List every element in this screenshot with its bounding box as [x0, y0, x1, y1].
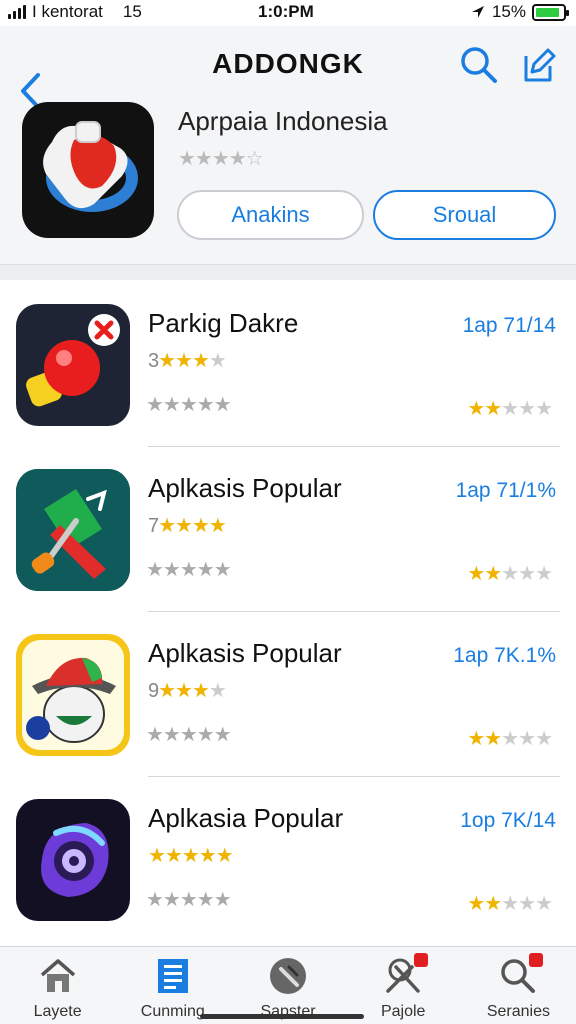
app-sub-rating: ★★★★★ [146, 394, 232, 416]
status-time: 1:0:PM [258, 2, 314, 21]
status-right: 15% [470, 2, 569, 22]
tools-icon [16, 469, 130, 591]
rating-stars: ★★★ [158, 680, 210, 702]
battery-fill [536, 7, 560, 17]
tab-label: Seranies [486, 1003, 550, 1020]
network-label: 15 [122, 2, 142, 21]
featured-app-rating: ★★★★☆ [178, 148, 264, 170]
featured-app-name: Aprpaia Indonesia [178, 106, 388, 136]
user-rating-stars: ★★ [467, 728, 502, 750]
search-icon [497, 953, 544, 997]
list-icon [152, 955, 194, 997]
battery-percent: 15% [491, 2, 526, 21]
anakins-button[interactable]: Anakins [177, 190, 364, 240]
list-item[interactable]: Aplkasia Popular ★★★★★ ★★★★★ 1op 7K/14 ★… [0, 777, 576, 942]
character-icon [22, 640, 124, 750]
tab-label: Pajole [380, 1003, 426, 1020]
user-rating-empty-stars: ★★★ [501, 563, 553, 585]
list-item[interactable]: Aplkasis Popular 7★★★★ ★★★★★ 1ap 71/1% ★… [0, 447, 576, 612]
compose-button[interactable] [518, 44, 560, 86]
home-indicator [200, 1014, 364, 1019]
app-icon [16, 799, 130, 921]
app-version: 1ap 71/14 [462, 314, 556, 337]
battery-icon [532, 3, 569, 21]
compass-icon [267, 955, 309, 997]
status-left: I kentorat 15 [8, 2, 142, 22]
rating-number: 3 [148, 350, 159, 372]
notification-badge [414, 953, 429, 967]
rating-stars: ★★★ [158, 350, 210, 372]
featured-app-icon[interactable] [22, 102, 154, 238]
app-rating: 3★★★★ [148, 348, 227, 373]
tab-cunming[interactable]: Cunming [115, 947, 230, 1024]
app-rating: ★★★★★ [148, 843, 234, 868]
app-name: Aplkasis Popular [148, 473, 342, 503]
app-user-rating: ★★★★★ [467, 396, 553, 421]
list-item[interactable]: Aplkasis Popular 9★★★★ ★★★★★ 1ap 7K.1% ★… [0, 612, 576, 777]
tab-bar: Layete Cunming Sapster Pajole Seranies [0, 946, 576, 1024]
sroual-button[interactable]: Sroual [373, 190, 556, 240]
compose-icon [524, 48, 556, 82]
tab-label: Layete [33, 1003, 82, 1020]
user-rating-stars: ★★ [467, 398, 502, 420]
tab-layete[interactable]: Layete [0, 947, 115, 1024]
app-sub-rating: ★★★★★ [146, 889, 232, 911]
rating-stars: ★★★★ [158, 515, 227, 537]
list-item[interactable]: Parkig Dakre 3★★★★ ★★★★★ 1ap 71/14 ★★★★★ [0, 282, 576, 447]
rating-empty-stars: ★ [208, 350, 227, 372]
status-bar: I kentorat 15 1:0:PM 15% [0, 0, 576, 26]
app-name: Aplkasia Popular [148, 803, 344, 833]
app-rating: 7★★★★ [148, 513, 227, 538]
house-icon [37, 955, 79, 997]
tab-sapster[interactable]: Sapster [230, 947, 345, 1024]
app-version: 1ap 7K.1% [453, 644, 556, 667]
rating-number: 9 [148, 680, 159, 702]
rating-stars: ★★★★★ [148, 845, 234, 867]
app-user-rating: ★★★★★ [467, 561, 553, 586]
signal-icon [8, 5, 26, 19]
app-user-rating: ★★★★★ [467, 891, 553, 916]
app-header: ADDONGK Aprpaia Indonesia ★★★★☆ Anakins … [0, 26, 576, 266]
tab-seranies[interactable]: Seranies [461, 947, 576, 1024]
joystick-icon [26, 314, 120, 407]
app-version: 1op 7K/14 [460, 809, 556, 832]
rating-number: 7 [148, 515, 159, 537]
app-name: Parkig Dakre [148, 308, 299, 338]
section-separator [0, 264, 576, 280]
camera-lens-icon [41, 823, 109, 897]
tab-label: Cunming [140, 1003, 205, 1020]
tab-pajole[interactable]: Pajole [346, 947, 461, 1024]
app-version: 1ap 71/1% [455, 479, 556, 502]
user-rating-stars: ★★ [467, 563, 502, 585]
app-icon [16, 304, 130, 426]
app-user-rating: ★★★★★ [467, 726, 553, 751]
pin-tools-icon [382, 953, 429, 997]
notification-badge [529, 953, 544, 967]
search-icon [461, 47, 497, 83]
user-rating-empty-stars: ★★★ [501, 893, 553, 915]
app-rating: 9★★★★ [148, 678, 227, 703]
app-sub-rating: ★★★★★ [146, 559, 232, 581]
location-arrow-icon [471, 6, 484, 18]
search-button[interactable] [458, 44, 500, 86]
rating-empty-stars: ★ [208, 680, 227, 702]
app-icon [16, 634, 130, 756]
carrier-label: I kentorat [32, 2, 103, 21]
app-icon [16, 469, 130, 591]
app-logo-icon [43, 121, 138, 212]
app-sub-rating: ★★★★★ [146, 724, 232, 746]
user-rating-stars: ★★ [467, 893, 502, 915]
app-name: Aplkasis Popular [148, 638, 342, 668]
user-rating-empty-stars: ★★★ [501, 398, 553, 420]
user-rating-empty-stars: ★★★ [501, 728, 553, 750]
